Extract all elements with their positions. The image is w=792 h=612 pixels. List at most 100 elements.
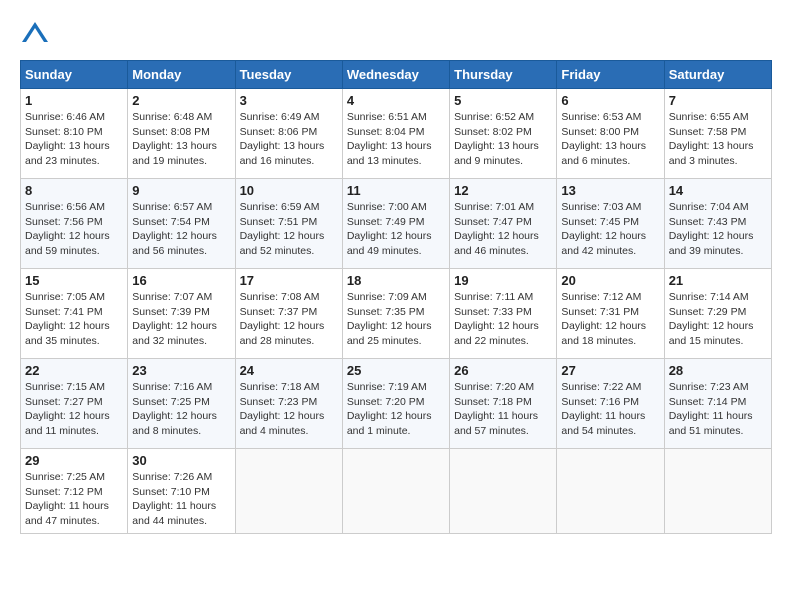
calendar-day-cell: 9 Sunrise: 6:57 AM Sunset: 7:54 PM Daylig… xyxy=(128,179,235,269)
day-detail: Sunrise: 7:07 AM Sunset: 7:39 PM Dayligh… xyxy=(132,290,230,349)
calendar-day-cell xyxy=(450,449,557,534)
day-detail: Sunrise: 6:57 AM Sunset: 7:54 PM Dayligh… xyxy=(132,200,230,259)
day-detail: Sunrise: 7:25 AM Sunset: 7:12 PM Dayligh… xyxy=(25,470,123,529)
day-number: 25 xyxy=(347,363,445,378)
calendar-table: SundayMondayTuesdayWednesdayThursdayFrid… xyxy=(20,60,772,534)
day-number: 8 xyxy=(25,183,123,198)
day-detail: Sunrise: 6:48 AM Sunset: 8:08 PM Dayligh… xyxy=(132,110,230,169)
logo-icon xyxy=(20,20,50,50)
calendar-day-cell: 27 Sunrise: 7:22 AM Sunset: 7:16 PM Dayli… xyxy=(557,359,664,449)
day-number: 9 xyxy=(132,183,230,198)
calendar-body: 1 Sunrise: 6:46 AM Sunset: 8:10 PM Daylig… xyxy=(21,89,772,534)
day-number: 29 xyxy=(25,453,123,468)
day-number: 4 xyxy=(347,93,445,108)
day-detail: Sunrise: 6:55 AM Sunset: 7:58 PM Dayligh… xyxy=(669,110,767,169)
calendar-header-cell: Saturday xyxy=(664,61,771,89)
calendar-day-cell: 20 Sunrise: 7:12 AM Sunset: 7:31 PM Dayli… xyxy=(557,269,664,359)
calendar-day-cell: 17Sunrise: 7:08 AM Sunset: 7:37 PM Dayli… xyxy=(235,269,342,359)
day-detail: Sunrise: 7:03 AM Sunset: 7:45 PM Dayligh… xyxy=(561,200,659,259)
day-detail: Sunrise: 7:04 AM Sunset: 7:43 PM Dayligh… xyxy=(669,200,767,259)
day-detail: Sunrise: 6:49 AM Sunset: 8:06 PM Dayligh… xyxy=(240,110,338,169)
day-number: 22 xyxy=(25,363,123,378)
day-detail: Sunrise: 6:56 AM Sunset: 7:56 PM Dayligh… xyxy=(25,200,123,259)
day-number: 26 xyxy=(454,363,552,378)
day-number: 27 xyxy=(561,363,659,378)
day-number: 30 xyxy=(132,453,230,468)
day-number: 20 xyxy=(561,273,659,288)
day-detail: Sunrise: 7:15 AM Sunset: 7:27 PM Dayligh… xyxy=(25,380,123,439)
day-number: 16 xyxy=(132,273,230,288)
day-detail: Sunrise: 7:01 AM Sunset: 7:47 PM Dayligh… xyxy=(454,200,552,259)
header-row: SundayMondayTuesdayWednesdayThursdayFrid… xyxy=(21,61,772,89)
page-header xyxy=(20,20,772,50)
calendar-day-cell: 28 Sunrise: 7:23 AM Sunset: 7:14 PM Dayli… xyxy=(664,359,771,449)
day-detail: Sunrise: 6:46 AM Sunset: 8:10 PM Dayligh… xyxy=(25,110,123,169)
calendar-day-cell: 4 Sunrise: 6:51 AM Sunset: 8:04 PM Daylig… xyxy=(342,89,449,179)
calendar-header-cell: Thursday xyxy=(450,61,557,89)
calendar-day-cell: 3 Sunrise: 6:49 AM Sunset: 8:06 PM Daylig… xyxy=(235,89,342,179)
day-detail: Sunrise: 7:11 AM Sunset: 7:33 PM Dayligh… xyxy=(454,290,552,349)
day-number: 15 xyxy=(25,273,123,288)
day-detail: Sunrise: 7:05 AM Sunset: 7:41 PM Dayligh… xyxy=(25,290,123,349)
calendar-day-cell: 10 Sunrise: 6:59 AM Sunset: 7:51 PM Dayli… xyxy=(235,179,342,269)
day-detail: Sunrise: 7:20 AM Sunset: 7:18 PM Dayligh… xyxy=(454,380,552,439)
day-detail: Sunrise: 7:26 AM Sunset: 7:10 PM Dayligh… xyxy=(132,470,230,529)
day-number: 3 xyxy=(240,93,338,108)
day-number: 19 xyxy=(454,273,552,288)
calendar-week-row: 8 Sunrise: 6:56 AM Sunset: 7:56 PM Daylig… xyxy=(21,179,772,269)
day-number: 23 xyxy=(132,363,230,378)
day-detail: Sunrise: 7:19 AM Sunset: 7:20 PM Dayligh… xyxy=(347,380,445,439)
calendar-day-cell: 19 Sunrise: 7:11 AM Sunset: 7:33 PM Dayli… xyxy=(450,269,557,359)
calendar-day-cell: 16 Sunrise: 7:07 AM Sunset: 7:39 PM Dayli… xyxy=(128,269,235,359)
calendar-header-cell: Friday xyxy=(557,61,664,89)
calendar-day-cell xyxy=(557,449,664,534)
calendar-day-cell: 25 Sunrise: 7:19 AM Sunset: 7:20 PM Dayli… xyxy=(342,359,449,449)
calendar-day-cell: 1 Sunrise: 6:46 AM Sunset: 8:10 PM Daylig… xyxy=(21,89,128,179)
day-detail: Sunrise: 7:12 AM Sunset: 7:31 PM Dayligh… xyxy=(561,290,659,349)
day-number: 18 xyxy=(347,273,445,288)
day-number: 2 xyxy=(132,93,230,108)
calendar-day-cell: 18 Sunrise: 7:09 AM Sunset: 7:35 PM Dayli… xyxy=(342,269,449,359)
calendar-day-cell: 11Sunrise: 7:00 AM Sunset: 7:49 PM Dayli… xyxy=(342,179,449,269)
day-number: 12 xyxy=(454,183,552,198)
calendar-week-row: 22 Sunrise: 7:15 AM Sunset: 7:27 PM Dayli… xyxy=(21,359,772,449)
calendar-week-row: 1 Sunrise: 6:46 AM Sunset: 8:10 PM Daylig… xyxy=(21,89,772,179)
calendar-week-row: 29 Sunrise: 7:25 AM Sunset: 7:12 PM Dayli… xyxy=(21,449,772,534)
day-detail: Sunrise: 6:59 AM Sunset: 7:51 PM Dayligh… xyxy=(240,200,338,259)
calendar-header-cell: Wednesday xyxy=(342,61,449,89)
day-number: 1 xyxy=(25,93,123,108)
day-number: 28 xyxy=(669,363,767,378)
calendar-day-cell xyxy=(342,449,449,534)
calendar-day-cell: 24 Sunrise: 7:18 AM Sunset: 7:23 PM Dayli… xyxy=(235,359,342,449)
calendar-day-cell: 30 Sunrise: 7:26 AM Sunset: 7:10 PM Dayli… xyxy=(128,449,235,534)
calendar-header-cell: Monday xyxy=(128,61,235,89)
calendar-week-row: 15 Sunrise: 7:05 AM Sunset: 7:41 PM Dayli… xyxy=(21,269,772,359)
day-number: 6 xyxy=(561,93,659,108)
calendar-day-cell: 23Sunrise: 7:16 AM Sunset: 7:25 PM Dayli… xyxy=(128,359,235,449)
calendar-day-cell: 29 Sunrise: 7:25 AM Sunset: 7:12 PM Dayli… xyxy=(21,449,128,534)
day-detail: Sunrise: 7:09 AM Sunset: 7:35 PM Dayligh… xyxy=(347,290,445,349)
day-number: 21 xyxy=(669,273,767,288)
day-detail: Sunrise: 6:52 AM Sunset: 8:02 PM Dayligh… xyxy=(454,110,552,169)
calendar-day-cell: 15 Sunrise: 7:05 AM Sunset: 7:41 PM Dayli… xyxy=(21,269,128,359)
day-number: 14 xyxy=(669,183,767,198)
logo xyxy=(20,20,54,50)
calendar-day-cell: 22 Sunrise: 7:15 AM Sunset: 7:27 PM Dayli… xyxy=(21,359,128,449)
calendar-header-cell: Tuesday xyxy=(235,61,342,89)
day-number: 10 xyxy=(240,183,338,198)
calendar-day-cell: 14 Sunrise: 7:04 AM Sunset: 7:43 PM Dayli… xyxy=(664,179,771,269)
calendar-day-cell xyxy=(664,449,771,534)
day-detail: Sunrise: 7:23 AM Sunset: 7:14 PM Dayligh… xyxy=(669,380,767,439)
calendar-day-cell: 21Sunrise: 7:14 AM Sunset: 7:29 PM Dayli… xyxy=(664,269,771,359)
day-detail: Sunrise: 7:18 AM Sunset: 7:23 PM Dayligh… xyxy=(240,380,338,439)
calendar-day-cell: 5Sunrise: 6:52 AM Sunset: 8:02 PM Daylig… xyxy=(450,89,557,179)
day-number: 17 xyxy=(240,273,338,288)
calendar-day-cell: 12 Sunrise: 7:01 AM Sunset: 7:47 PM Dayli… xyxy=(450,179,557,269)
day-detail: Sunrise: 6:51 AM Sunset: 8:04 PM Dayligh… xyxy=(347,110,445,169)
calendar-day-cell xyxy=(235,449,342,534)
day-detail: Sunrise: 7:00 AM Sunset: 7:49 PM Dayligh… xyxy=(347,200,445,259)
day-number: 24 xyxy=(240,363,338,378)
calendar-header-cell: Sunday xyxy=(21,61,128,89)
day-detail: Sunrise: 7:22 AM Sunset: 7:16 PM Dayligh… xyxy=(561,380,659,439)
calendar-header: SundayMondayTuesdayWednesdayThursdayFrid… xyxy=(21,61,772,89)
